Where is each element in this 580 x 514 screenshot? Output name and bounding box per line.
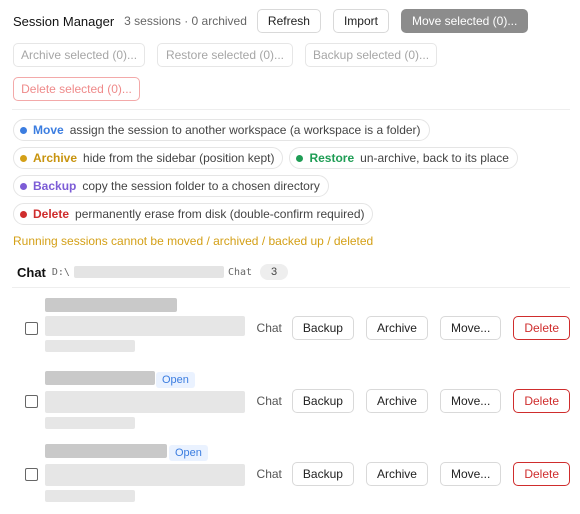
redacted-session-meta — [45, 417, 135, 429]
legend-keyword: Restore — [309, 151, 355, 165]
legend-text: permanently erase from disk (double-conf… — [75, 207, 365, 221]
redacted-session-preview — [45, 391, 245, 413]
workspace-path-prefix: D:\ — [51, 266, 70, 278]
backup-button[interactable]: Backup — [291, 462, 354, 486]
archive-button[interactable]: Archive — [365, 316, 428, 340]
open-badge: Open — [169, 445, 208, 461]
legend-keyword: Delete — [33, 207, 70, 221]
bulk-actions: Archive selected (0)... Restore selected… — [13, 43, 437, 67]
move-selected-button[interactable]: Move selected (0)... — [400, 9, 529, 33]
legend-text: assign the session to another workspace … — [69, 123, 421, 137]
archive-dot-icon — [20, 154, 27, 162]
workspace-header: Chat D:\ Chat 3 — [17, 264, 289, 280]
workspace-path-suffix: Chat — [227, 266, 253, 278]
redacted-session-title — [45, 298, 177, 312]
open-badge: Open — [156, 372, 195, 388]
session-actions: Chat Backup Archive Move... Delete — [257, 389, 570, 413]
session-actions: Chat Backup Archive Move... Delete — [257, 462, 570, 486]
archive-button[interactable]: Archive — [365, 462, 428, 486]
bulk-actions-2: Delete selected (0)... — [13, 77, 140, 101]
legend-text: hide from the sidebar (position kept) — [83, 151, 275, 165]
redacted-session-meta — [45, 490, 135, 502]
workspace-title: Chat — [17, 264, 46, 280]
archive-button[interactable]: Archive — [365, 389, 428, 413]
session-checkbox[interactable] — [25, 395, 38, 408]
divider — [12, 287, 570, 288]
archive-selected-button[interactable]: Archive selected (0)... — [13, 43, 145, 67]
legend-text: un-archive, back to its place — [360, 151, 509, 165]
legend-row-1: Move assign the session to another works… — [13, 119, 430, 141]
session-counts: 3 sessions · 0 archived — [124, 14, 247, 28]
move-dot-icon — [20, 126, 27, 134]
running-warning: Running sessions cannot be moved / archi… — [13, 234, 374, 248]
redacted-session-preview — [45, 464, 245, 486]
delete-button[interactable]: Delete — [513, 389, 570, 413]
workspace-count-badge: 3 — [260, 264, 289, 280]
header-bar: Session Manager 3 sessions · 0 archived … — [13, 9, 570, 33]
legend-restore: Restore un-archive, back to its place — [289, 147, 518, 169]
session-row[interactable]: Chat Backup Archive Move... Delete — [12, 294, 570, 364]
legend-backup: Backup copy the session folder to a chos… — [13, 175, 329, 197]
session-row[interactable]: Open Chat Backup Archive Move... Delete — [12, 367, 570, 437]
delete-button[interactable]: Delete — [513, 462, 570, 486]
legend-row-2: Archive hide from the sidebar (position … — [13, 147, 518, 169]
legend-keyword: Move — [33, 123, 64, 137]
redacted-session-title — [45, 444, 167, 458]
session-actions: Chat Backup Archive Move... Delete — [257, 316, 570, 340]
session-checkbox[interactable] — [25, 468, 38, 481]
legend-delete: Delete permanently erase from disk (doub… — [13, 203, 374, 225]
backup-selected-button[interactable]: Backup selected (0)... — [305, 43, 437, 67]
import-button[interactable]: Import — [332, 9, 389, 33]
legend-text: copy the session folder to a chosen dire… — [82, 179, 320, 193]
redacted-path — [73, 266, 224, 278]
session-type: Chat — [256, 394, 282, 408]
redacted-session-meta — [45, 340, 135, 352]
session-checkbox[interactable] — [25, 322, 38, 335]
legend-row-3: Backup copy the session folder to a chos… — [13, 175, 329, 197]
divider — [12, 109, 570, 110]
redacted-session-title — [45, 371, 155, 385]
session-type: Chat — [256, 467, 282, 481]
legend-keyword: Backup — [33, 179, 77, 193]
refresh-button[interactable]: Refresh — [256, 9, 321, 33]
move-button[interactable]: Move... — [439, 462, 502, 486]
legend-move: Move assign the session to another works… — [13, 119, 430, 141]
delete-button[interactable]: Delete — [513, 316, 570, 340]
restore-selected-button[interactable]: Restore selected (0)... — [157, 43, 293, 67]
legend-archive: Archive hide from the sidebar (position … — [13, 147, 284, 169]
legend-keyword: Archive — [33, 151, 78, 165]
restore-dot-icon — [296, 154, 304, 162]
session-row[interactable]: Open Chat Backup Archive Move... Delete — [12, 440, 570, 510]
backup-button[interactable]: Backup — [291, 389, 354, 413]
backup-dot-icon — [20, 182, 27, 190]
delete-dot-icon — [20, 210, 27, 218]
backup-button[interactable]: Backup — [291, 316, 354, 340]
legend-row-4: Delete permanently erase from disk (doub… — [13, 203, 374, 225]
session-type: Chat — [256, 321, 282, 335]
page-title: Session Manager — [13, 13, 115, 29]
redacted-session-preview — [45, 316, 245, 336]
delete-selected-button[interactable]: Delete selected (0)... — [13, 77, 140, 101]
move-button[interactable]: Move... — [439, 316, 502, 340]
move-button[interactable]: Move... — [439, 389, 502, 413]
